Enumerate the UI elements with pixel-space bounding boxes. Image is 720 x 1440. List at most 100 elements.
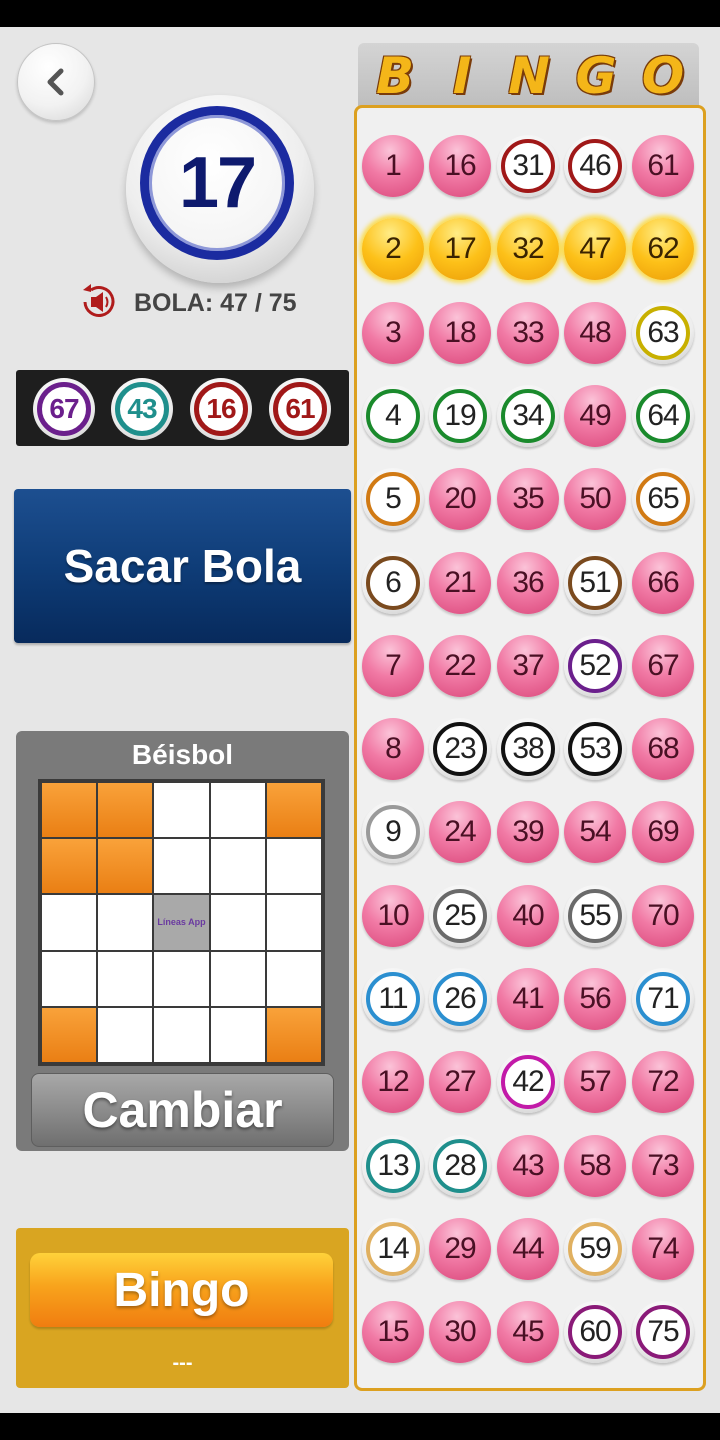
board-ball-73: 73 <box>632 1134 694 1197</box>
board-ball-number: 8 <box>385 732 402 766</box>
board-ball-13: 13 <box>362 1134 424 1197</box>
board-ball-number: 1 <box>385 149 402 182</box>
board-ball-number: 30 <box>444 1315 476 1349</box>
pattern-grid: Líneas App <box>38 779 325 1066</box>
speaker-replay-icon[interactable] <box>77 280 121 324</box>
board-ball-6: 6 <box>362 551 424 614</box>
board-ball-56: 56 <box>564 968 626 1030</box>
game-screen: 17 BOLA: 47 / 75 67 43 16 61 Sacar Bola Béi… <box>0 27 720 1413</box>
pattern-cell <box>210 783 265 838</box>
board-ball-2: 2 <box>362 218 424 281</box>
board-ball-number: 69 <box>647 815 679 849</box>
board-ball-31: 31 <box>497 135 559 197</box>
called-balls-history: 67 43 16 61 <box>16 370 349 446</box>
board-ball-34: 34 <box>497 384 559 447</box>
board-ball-number: 43 <box>512 1148 544 1182</box>
board-ball-26: 26 <box>429 968 491 1030</box>
board-ball-number: 28 <box>433 1138 487 1193</box>
pattern-center-cell: Líneas App <box>154 895 209 950</box>
board-ball-29: 29 <box>429 1217 491 1280</box>
pattern-cell <box>154 1007 209 1062</box>
board-ball-37: 37 <box>497 634 559 697</box>
board-ball-12: 12 <box>362 1051 424 1114</box>
board-ball-number: 63 <box>636 305 690 360</box>
bingo-button[interactable]: Bingo <box>30 1253 333 1327</box>
history-ball: 16 <box>190 378 252 440</box>
board-ball-number: 20 <box>444 482 476 516</box>
board-ball-number: 9 <box>366 805 420 860</box>
board-ball-number: 10 <box>377 898 409 932</box>
board-ball-number: 72 <box>647 1065 679 1099</box>
navigation-bar <box>0 1413 720 1440</box>
back-button[interactable] <box>17 43 95 121</box>
board-ball-9: 9 <box>362 801 424 864</box>
board-ball-number: 21 <box>444 565 476 599</box>
board-ball-70: 70 <box>632 884 694 947</box>
board-ball-number: 29 <box>444 1231 476 1265</box>
board-ball-15: 15 <box>362 1301 424 1364</box>
board-ball-47: 47 <box>564 218 626 281</box>
history-ball: 43 <box>111 378 173 440</box>
board-ball-39: 39 <box>497 801 559 864</box>
board-ball-number: 7 <box>385 648 402 682</box>
board-ball-number: 19 <box>433 388 487 443</box>
ball-counter: BOLA: 47 / 75 <box>134 289 297 317</box>
board-ball-number: 37 <box>512 648 544 682</box>
header-letter-i: I <box>452 47 472 105</box>
board-ball-51: 51 <box>564 551 626 614</box>
board-ball-number: 44 <box>512 1231 544 1265</box>
board-ball-number: 67 <box>647 648 679 682</box>
header-letter-b: B <box>375 47 415 105</box>
bingo-label: Bingo <box>113 1263 250 1317</box>
board-ball-74: 74 <box>632 1217 694 1280</box>
pattern-cell <box>210 1007 265 1062</box>
board-ball-number: 58 <box>579 1148 611 1182</box>
board-ball-number: 34 <box>501 388 555 443</box>
change-pattern-button[interactable]: Cambiar <box>31 1073 334 1147</box>
pattern-cell <box>98 839 153 894</box>
board-ball-number: 16 <box>444 149 476 182</box>
pattern-cell <box>42 839 97 894</box>
board-ball-number: 46 <box>568 139 622 193</box>
pattern-cell <box>266 895 321 950</box>
board-ball-number: 27 <box>444 1065 476 1099</box>
board-ball-7: 7 <box>362 634 424 697</box>
board-ball-number: 66 <box>647 565 679 599</box>
pattern-cell <box>154 951 209 1006</box>
pattern-cell <box>98 783 153 838</box>
board-ball-number: 59 <box>568 1221 622 1276</box>
pattern-cell <box>42 895 97 950</box>
board-ball-25: 25 <box>429 884 491 947</box>
board-ball-4: 4 <box>362 384 424 447</box>
board-ball-27: 27 <box>429 1051 491 1114</box>
board-ball-24: 24 <box>429 801 491 864</box>
board-ball-number: 23 <box>433 722 487 777</box>
board-ball-61: 61 <box>632 135 694 197</box>
board-ball-number: 3 <box>385 315 402 349</box>
board-ball-number: 75 <box>636 1305 690 1360</box>
board-ball-number: 74 <box>647 1231 679 1265</box>
pattern-cell <box>42 951 97 1006</box>
board-ball-number: 33 <box>512 315 544 349</box>
board-ball-number: 22 <box>444 648 476 682</box>
board-ball-58: 58 <box>564 1134 626 1197</box>
board-ball-number: 54 <box>579 815 611 849</box>
board-ball-number: 70 <box>647 898 679 932</box>
pattern-cell <box>98 1007 153 1062</box>
board-ball-63: 63 <box>632 301 694 364</box>
board-ball-1: 1 <box>362 135 424 197</box>
board-ball-number: 32 <box>512 232 544 266</box>
board-ball-38: 38 <box>497 718 559 781</box>
board-ball-30: 30 <box>429 1301 491 1364</box>
board-ball-16: 16 <box>429 135 491 197</box>
pattern-cell <box>98 951 153 1006</box>
board-ball-number: 60 <box>568 1305 622 1360</box>
board-ball-number: 51 <box>568 555 622 610</box>
board-ball-number: 12 <box>377 1065 409 1099</box>
board-ball-75: 75 <box>632 1301 694 1364</box>
history-ball-number: 61 <box>273 382 327 436</box>
draw-ball-button[interactable]: Sacar Bola <box>14 489 351 643</box>
board-ball-number: 25 <box>433 888 487 943</box>
bingo-board: 1 16 31 46 61 2 17 32 47 62 3 18 33 48 63 4 19 34 49 64 5 20 3… <box>354 105 706 1391</box>
board-ball-number: 45 <box>512 1315 544 1349</box>
